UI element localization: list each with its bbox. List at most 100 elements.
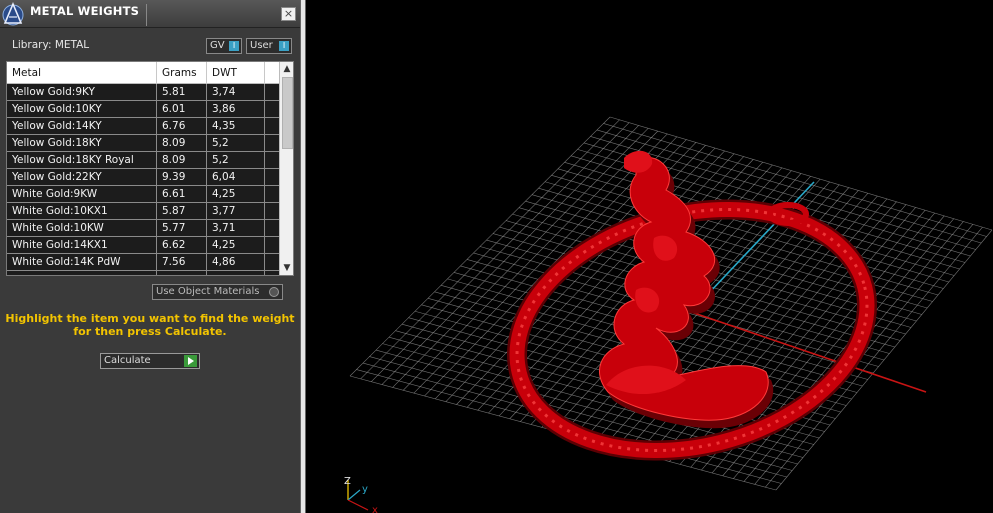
close-button[interactable]: ×: [281, 7, 296, 21]
column-header-blank: [265, 62, 279, 84]
cell-grams: 6.01: [157, 101, 207, 117]
cell-blank: [265, 135, 279, 151]
cell-blank: [265, 237, 279, 253]
viewport-3d[interactable]: Zy x: [306, 0, 993, 513]
grid-line: [775, 229, 993, 491]
cell-metal: White Gold:14K PdW: [7, 254, 157, 270]
scroll-thumb[interactable]: [282, 77, 293, 149]
cell-dwt: 3,77: [207, 203, 265, 219]
table-row[interactable]: White Gold:10KW 5.77 3,71: [7, 220, 279, 237]
hint-line-1: Highlight the item you want to find the …: [5, 312, 295, 325]
cell-dwt: 6,04: [207, 169, 265, 185]
cell-blank: [265, 203, 279, 219]
cell-grams: 8.09: [157, 135, 207, 151]
cell-dwt: 3,86: [207, 101, 265, 117]
cell-grams-clipped: [157, 271, 207, 275]
column-header-grams[interactable]: Grams: [157, 62, 207, 84]
triad-label-z: Z: [344, 476, 351, 487]
table-scrollbar[interactable]: ▲ ▼: [279, 62, 293, 275]
cell-dwt: 4,25: [207, 237, 265, 253]
triad-x-axis: [347, 499, 369, 511]
table-row[interactable]: White Gold:9KW 6.61 4,25: [7, 186, 279, 203]
cell-metal: Yellow Gold:22KY: [7, 169, 157, 185]
use-object-materials-option[interactable]: Use Object Materials: [152, 284, 283, 300]
cell-metal: Yellow Gold:14KY: [7, 118, 157, 134]
column-header-metal[interactable]: Metal: [7, 62, 157, 84]
triad-label-y: y: [362, 484, 368, 495]
title-separator: [146, 4, 147, 26]
triad-y-axis: [347, 489, 361, 501]
cell-blank: [265, 152, 279, 168]
gv-toggle-knob-icon: I: [229, 41, 239, 51]
calculate-button[interactable]: Calculate: [100, 353, 200, 369]
cell-grams: 5.81: [157, 84, 207, 100]
cell-dwt: 4,35: [207, 118, 265, 134]
radio-icon[interactable]: [269, 287, 279, 297]
play-icon: [184, 355, 197, 367]
table-rows: Yellow Gold:9KY 5.81 3,74 Yellow Gold:10KY…: [7, 84, 279, 275]
scroll-up-icon[interactable]: ▲: [280, 62, 293, 76]
panel-title: METAL WEIGHTS: [30, 4, 140, 18]
gv-toggle[interactable]: GV I: [206, 38, 242, 54]
panel-titlebar[interactable]: METAL WEIGHTS ×: [0, 0, 300, 28]
cell-dwt: 4,86: [207, 254, 265, 270]
gv-toggle-label: GV: [210, 40, 225, 51]
table-row[interactable]: Yellow Gold:18KY 8.09 5,2: [7, 135, 279, 152]
calculate-label: Calculate: [104, 355, 151, 366]
cell-grams: 9.39: [157, 169, 207, 185]
column-header-dwt[interactable]: DWT: [207, 62, 265, 84]
cell-grams: 5.77: [157, 220, 207, 236]
instruction-hint: Highlight the item you want to find the …: [0, 312, 300, 338]
cell-dwt: 3,74: [207, 84, 265, 100]
cell-metal: Yellow Gold:9KY: [7, 84, 157, 100]
scroll-down-icon[interactable]: ▼: [280, 261, 293, 275]
cell-metal: Yellow Gold:18KY Royal: [7, 152, 157, 168]
user-toggle[interactable]: User I: [246, 38, 292, 54]
axis-triad: Zy x: [344, 476, 378, 513]
cell-dwt-clipped: [207, 271, 265, 275]
table-row[interactable]: White Gold:14K PdW 7.56 4,86: [7, 254, 279, 271]
hint-line-2: for then press Calculate.: [73, 325, 227, 338]
cell-dwt: 5,2: [207, 135, 265, 151]
cell-blank: [265, 84, 279, 100]
app-logo-icon: [2, 1, 24, 26]
use-object-materials-label: Use Object Materials: [156, 286, 260, 297]
table-row[interactable]: Yellow Gold:14KY 6.76 4,35: [7, 118, 279, 135]
triad-label-x: x: [372, 505, 378, 513]
metal-table: Metal Grams DWT Yellow Gold:9KY 5.81 3,74 …: [6, 61, 294, 276]
grid-line: [765, 226, 983, 488]
cell-blank: [265, 169, 279, 185]
cell-blank: [265, 254, 279, 270]
table-row[interactable]: White Gold:14KX1 6.62 4,25: [7, 237, 279, 254]
cell-dwt: 3,71: [207, 220, 265, 236]
cell-metal: White Gold:10KW: [7, 220, 157, 236]
viewport-canvas: Zy x: [344, 116, 993, 513]
table-row[interactable]: White Gold:10KX1 5.87 3,77: [7, 203, 279, 220]
user-toggle-knob-icon: I: [279, 41, 289, 51]
cell-grams: 6.61: [157, 186, 207, 202]
cell-grams: 6.76: [157, 118, 207, 134]
cell-blank: [265, 271, 279, 275]
cell-blank: [265, 118, 279, 134]
cell-metal: White Gold:14KX1: [7, 237, 157, 253]
cell-metal: White Gold:10KX1: [7, 203, 157, 219]
table-row[interactable]: Yellow Gold:9KY 5.81 3,74: [7, 84, 279, 101]
cell-grams: 5.87: [157, 203, 207, 219]
table-row-partial[interactable]: [7, 271, 279, 275]
table-row[interactable]: Yellow Gold:22KY 9.39 6,04: [7, 169, 279, 186]
cell-grams: 8.09: [157, 152, 207, 168]
cell-dwt: 5,2: [207, 152, 265, 168]
table-header: Metal Grams DWT: [7, 62, 279, 84]
table-row[interactable]: Yellow Gold:18KY Royal 8.09 5,2: [7, 152, 279, 169]
cell-metal: White Gold:9KW: [7, 186, 157, 202]
table-row[interactable]: Yellow Gold:10KY 6.01 3,86: [7, 101, 279, 118]
cell-blank: [265, 220, 279, 236]
cell-dwt: 4,25: [207, 186, 265, 202]
cell-metal: Yellow Gold:10KY: [7, 101, 157, 117]
cell-grams: 6.62: [157, 237, 207, 253]
cell-blank: [265, 186, 279, 202]
user-toggle-label: User: [250, 40, 273, 51]
metal-weights-panel: METAL WEIGHTS × Library: METAL GV I User…: [0, 0, 300, 513]
cell-metal: Yellow Gold:18KY: [7, 135, 157, 151]
cell-grams: 7.56: [157, 254, 207, 270]
